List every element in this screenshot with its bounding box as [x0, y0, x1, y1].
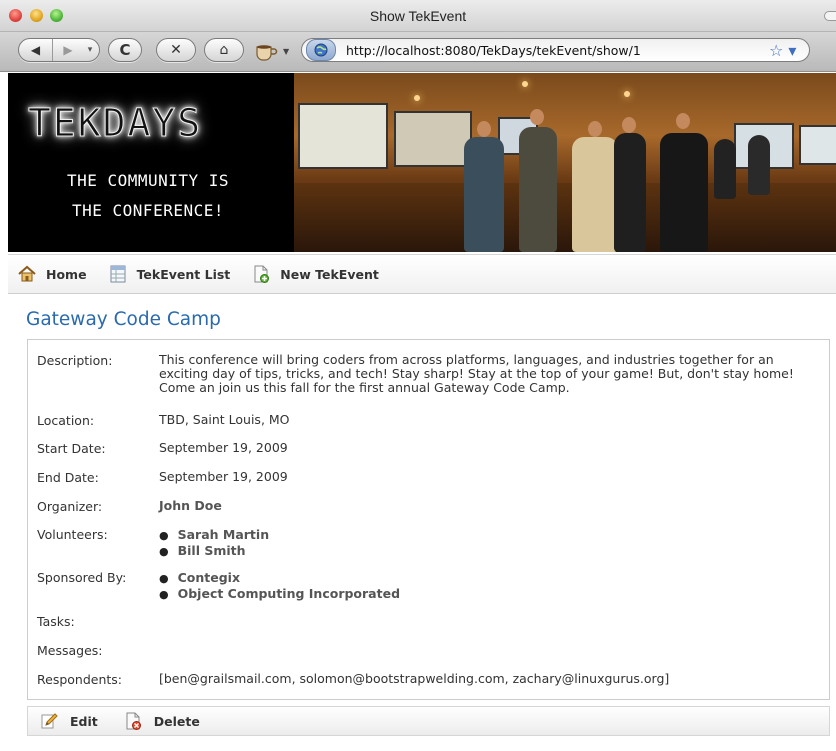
- address-bar[interactable]: http://localhost:8080/TekDays/tekEvent/s…: [301, 38, 810, 62]
- respondents-value: [ben@grailsmail.com, solomon@bootstrapwe…: [159, 671, 670, 686]
- site-identity-icon[interactable]: [306, 39, 336, 61]
- end-date-value: September 19, 2009: [159, 469, 288, 484]
- reload-icon: C: [119, 41, 131, 59]
- stop-icon: ✕: [170, 42, 182, 58]
- description-value: This conference will bring coders from a…: [159, 352, 794, 395]
- new-document-icon: [252, 265, 270, 283]
- window-titlebar: Show TekEvent: [0, 0, 836, 32]
- description-label: Description:: [37, 353, 113, 368]
- url-text[interactable]: http://localhost:8080/TekDays/tekEvent/s…: [346, 43, 769, 58]
- respondents-label: Respondents:: [37, 672, 123, 687]
- delete-document-icon: [124, 712, 142, 730]
- nav-list-label: TekEvent List: [136, 266, 231, 282]
- conference-photo: [294, 73, 836, 252]
- action-buttons: Edit Delete: [27, 706, 830, 736]
- delete-label: Delete: [153, 713, 200, 729]
- tagline-line-1: THE COMMUNITY IS: [66, 171, 230, 190]
- pencil-icon: [40, 712, 58, 730]
- volunteer-link[interactable]: Bill Smith: [159, 543, 819, 559]
- sponsors-list: Contegix Object Computing Incorporated: [159, 570, 819, 602]
- start-date-label: Start Date:: [37, 441, 106, 456]
- home-icon: ⌂: [219, 42, 229, 58]
- history-dropdown-button[interactable]: ▾: [83, 39, 97, 61]
- nav-home-link[interactable]: Home: [18, 265, 87, 283]
- house-icon: [18, 265, 36, 283]
- sponsor-link[interactable]: Object Computing Incorporated: [159, 586, 819, 602]
- nav-new-label: New TekEvent: [280, 266, 379, 282]
- toolbar-toggle-button[interactable]: [824, 11, 836, 21]
- location-label: Location:: [37, 413, 95, 428]
- event-details: Description: This conference will bring …: [27, 339, 830, 700]
- location-value: TBD, Saint Louis, MO: [159, 412, 290, 427]
- browser-toolbar: ◀ ▶ ▾ C ✕ ⌂ ▼ http://localhost:8080/TekD…: [0, 32, 836, 72]
- browser-home-button[interactable]: ⌂: [204, 38, 244, 62]
- sponsor-link[interactable]: Contegix: [159, 570, 819, 586]
- organizer-label: Organizer:: [37, 499, 103, 514]
- end-date-label: End Date:: [37, 470, 99, 485]
- volunteers-label: Volunteers:: [37, 527, 108, 542]
- java-cup-icon[interactable]: [254, 41, 280, 61]
- nav-list-link[interactable]: TekEvent List: [109, 265, 231, 283]
- back-button[interactable]: ◀: [19, 39, 53, 61]
- tasks-label: Tasks:: [37, 614, 75, 629]
- volunteers-list: Sarah Martin Bill Smith: [159, 527, 819, 559]
- chevron-down-icon: ▾: [87, 45, 93, 55]
- window-title: Show TekEvent: [369, 8, 467, 24]
- back-forward-group: ◀ ▶ ▾: [18, 38, 100, 62]
- reload-button[interactable]: C: [108, 38, 142, 62]
- tagline-line-2: THE CONFERENCE!: [72, 201, 224, 220]
- forward-button[interactable]: ▶: [53, 39, 83, 61]
- site-logo: TEKDAYS: [28, 101, 203, 146]
- organizer-link[interactable]: John Doe: [159, 499, 819, 513]
- nav-home-label: Home: [46, 266, 87, 282]
- edit-button[interactable]: Edit: [40, 712, 98, 730]
- table-icon: [109, 265, 127, 283]
- volunteer-link[interactable]: Sarah Martin: [159, 527, 819, 543]
- stop-button[interactable]: ✕: [156, 38, 196, 62]
- delete-button[interactable]: Delete: [124, 712, 200, 730]
- logo-panel: TEKDAYS THE COMMUNITY IS THE CONFERENCE!: [8, 73, 294, 252]
- start-date-value: September 19, 2009: [159, 440, 288, 455]
- site-banner: TEKDAYS THE COMMUNITY IS THE CONFERENCE!: [8, 73, 836, 252]
- sponsors-label: Sponsored By:: [37, 570, 127, 585]
- edit-label: Edit: [70, 713, 98, 729]
- nav-new-link[interactable]: New TekEvent: [252, 265, 379, 283]
- page-title: Gateway Code Camp: [26, 309, 221, 330]
- forward-icon: ▶: [63, 43, 73, 57]
- chevron-down-icon[interactable]: ▼: [283, 47, 289, 56]
- nav-bar: Home TekEvent List New TekEvent: [8, 254, 836, 294]
- back-icon: ◀: [30, 43, 41, 57]
- bookmark-star-icon[interactable]: ☆ ▾: [769, 41, 809, 60]
- messages-label: Messages:: [37, 643, 103, 658]
